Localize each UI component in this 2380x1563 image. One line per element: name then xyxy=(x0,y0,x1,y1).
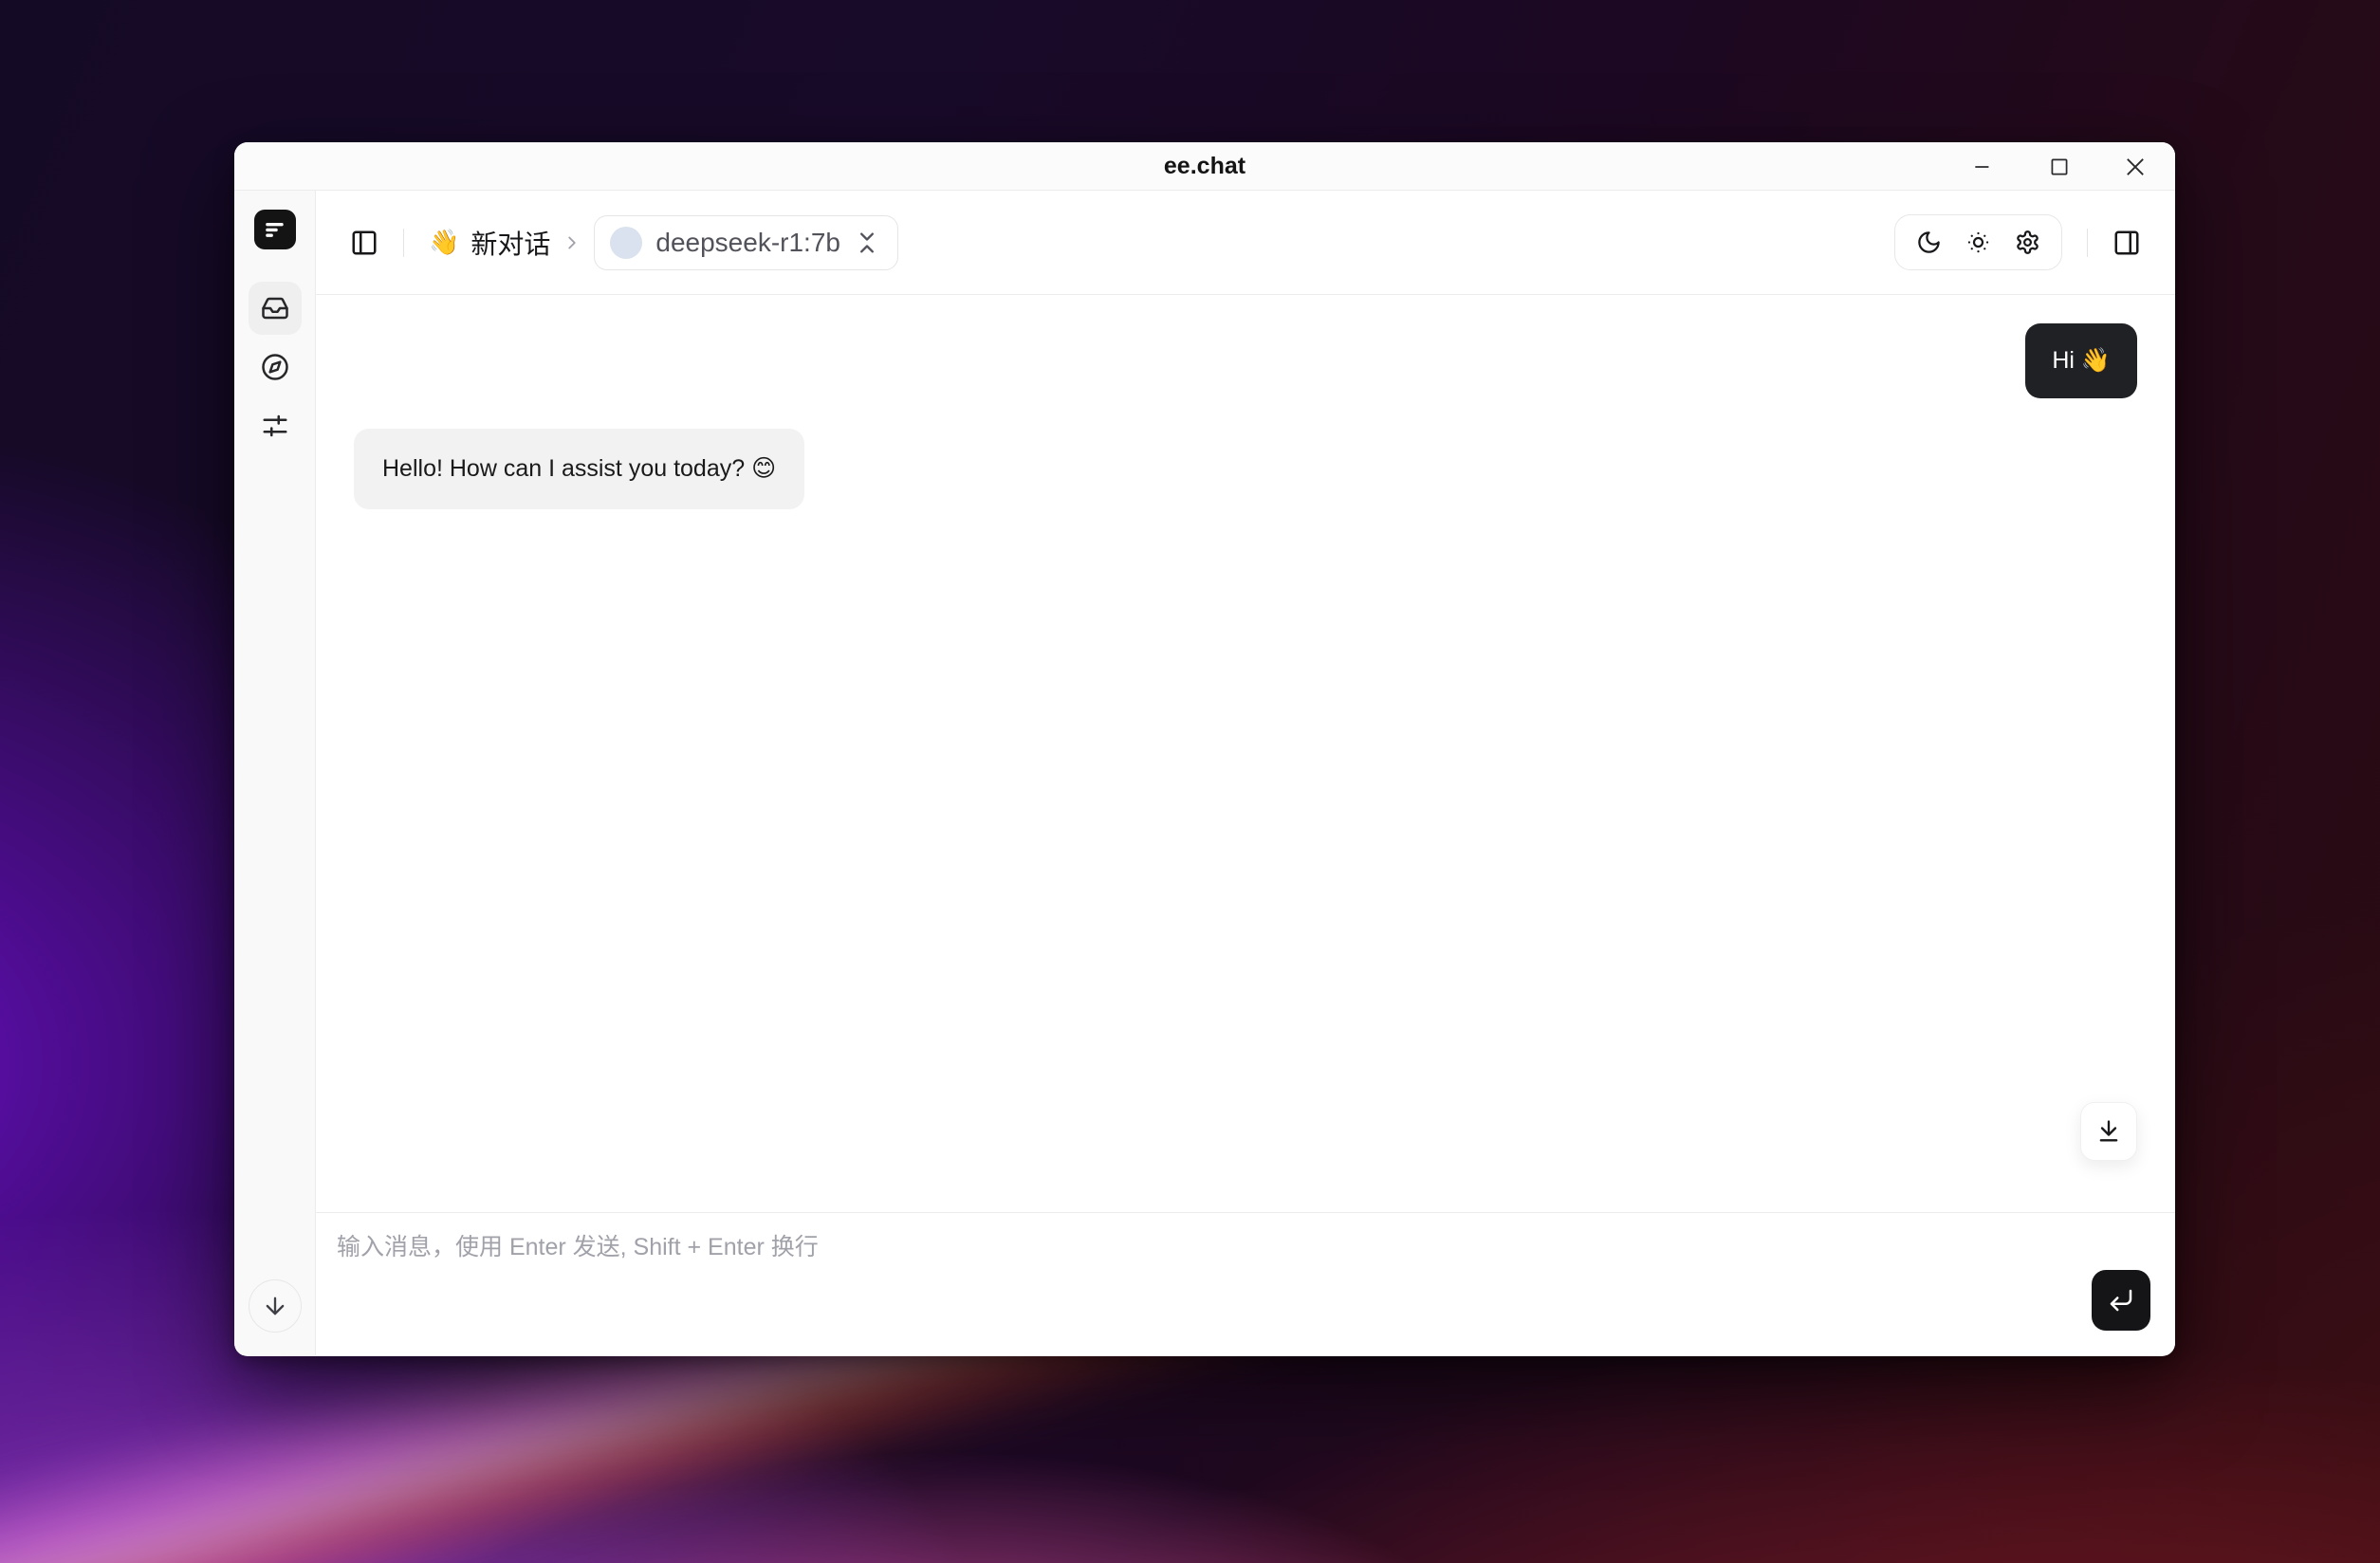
model-selector[interactable]: deepseek-r1:7b xyxy=(594,215,898,270)
theme-system-button[interactable] xyxy=(2015,230,2040,255)
chevron-right-icon xyxy=(562,232,582,253)
right-panel-toggle-button[interactable] xyxy=(2112,229,2141,257)
message-input[interactable] xyxy=(316,1213,2175,1355)
close-button[interactable] xyxy=(2109,142,2162,191)
sun-icon xyxy=(1965,230,1991,255)
theme-light-button[interactable] xyxy=(1965,230,1991,255)
app-logo xyxy=(254,210,296,249)
titlebar: ee.chat xyxy=(234,142,2175,191)
theme-dark-button[interactable] xyxy=(1916,230,1942,255)
breadcrumb[interactable]: 👋 新对话 xyxy=(429,224,550,262)
sidebar-item-settings[interactable] xyxy=(249,399,302,452)
panel-right-icon xyxy=(2112,229,2141,257)
app-window: ee.chat xyxy=(234,142,2175,1356)
panel-left-icon xyxy=(350,229,378,257)
user-message-bubble: Hi 👋 xyxy=(2025,323,2137,398)
maximize-icon xyxy=(2047,155,2072,179)
send-button[interactable] xyxy=(2092,1270,2150,1331)
assistant-message-bubble: Hello! How can I assist you today? 😊 xyxy=(354,429,804,509)
conversation-title: 新对话 xyxy=(470,224,550,262)
toolbar: 👋 新对话 deepseek-r1:7b xyxy=(316,191,2175,295)
message-list: Hi 👋 Hello! How can I assist you today? … xyxy=(316,295,2175,1212)
desktop-wallpaper: ee.chat xyxy=(0,0,2380,1563)
sidebar-scroll-down-button[interactable] xyxy=(249,1279,302,1333)
maximize-button[interactable] xyxy=(2033,142,2086,191)
gear-icon xyxy=(2015,230,2040,255)
toolbar-divider xyxy=(403,229,404,257)
chevrons-down-up-icon[interactable] xyxy=(854,230,880,256)
sidebar-item-discover[interactable] xyxy=(249,340,302,394)
scroll-to-bottom-button[interactable] xyxy=(2080,1102,2137,1161)
sidebar-toggle-button[interactable] xyxy=(350,229,378,257)
composer xyxy=(316,1212,2175,1355)
conversation-emoji: 👋 xyxy=(429,228,459,257)
sidebar xyxy=(234,191,316,1355)
window-title: ee.chat xyxy=(1164,153,1245,180)
toolbar-right-divider xyxy=(2087,229,2088,257)
minimize-button[interactable] xyxy=(1957,142,2010,191)
window-controls xyxy=(1957,142,2162,191)
sidebar-item-inbox[interactable] xyxy=(249,282,302,335)
theme-switcher xyxy=(1894,214,2062,270)
inbox-icon xyxy=(261,294,289,322)
sliders-icon xyxy=(261,412,289,440)
main-area: 👋 新对话 deepseek-r1:7b xyxy=(316,191,2175,1355)
moon-icon xyxy=(1916,230,1942,255)
arrow-down-icon xyxy=(262,1293,288,1319)
window-body: 👋 新对话 deepseek-r1:7b xyxy=(234,191,2175,1355)
minimize-icon xyxy=(1971,155,1996,179)
close-icon xyxy=(2122,154,2149,180)
model-avatar xyxy=(610,227,642,259)
model-name: deepseek-r1:7b xyxy=(655,228,840,258)
arrow-down-to-line-icon xyxy=(2095,1118,2122,1145)
compass-icon xyxy=(261,353,289,381)
app-logo-icon xyxy=(263,217,287,242)
corner-down-left-icon xyxy=(2107,1286,2135,1315)
